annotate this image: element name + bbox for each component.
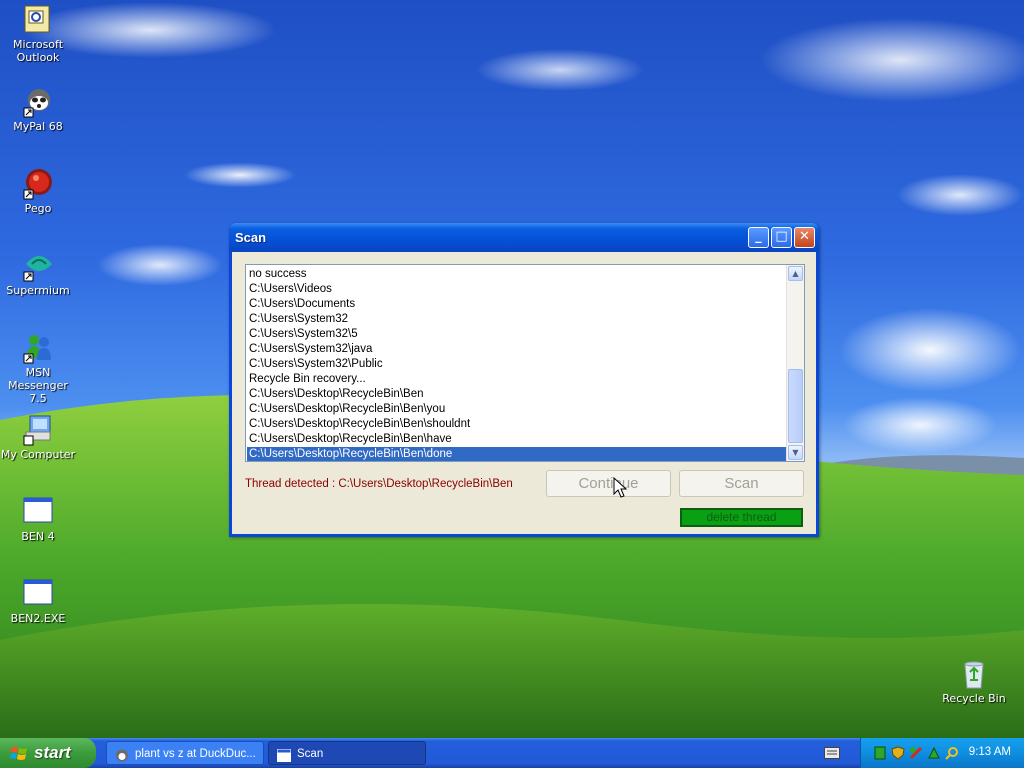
minimize-button[interactable]: _ bbox=[748, 227, 769, 248]
windows-flag-icon bbox=[10, 747, 27, 760]
msn-messenger-icon bbox=[22, 332, 54, 364]
network-icon[interactable] bbox=[873, 746, 887, 760]
list-items: no success C:\Users\Videos C:\Users\Docume… bbox=[247, 267, 787, 461]
chevron-down-icon: ▼ bbox=[792, 448, 799, 457]
close-icon: ✕ bbox=[799, 229, 810, 244]
taskbar: start plant vs z at DuckDuc... Scan 9:13… bbox=[0, 738, 1024, 768]
security-shield-icon[interactable] bbox=[891, 746, 905, 760]
vertical-scrollbar[interactable]: ▲ ▼ bbox=[786, 265, 804, 461]
application-window-icon bbox=[22, 496, 54, 528]
application-window-icon bbox=[277, 747, 291, 762]
system-tray: 9:13 AM bbox=[860, 738, 1024, 768]
list-item[interactable]: C:\Users\Videos bbox=[247, 282, 787, 297]
supermium-icon bbox=[22, 250, 54, 282]
list-item[interactable]: C:\Users\System32 bbox=[247, 312, 787, 327]
delete-thread-button[interactable]: delete thread bbox=[680, 508, 803, 527]
taskbar-item-label: Scan bbox=[297, 748, 324, 760]
taskbar-item-label: plant vs z at DuckDuc... bbox=[135, 748, 256, 760]
close-button[interactable]: ✕ bbox=[794, 227, 815, 248]
desktop-icon-pego[interactable]: Pego bbox=[0, 168, 76, 215]
pego-icon bbox=[22, 168, 54, 200]
scan-results-listbox[interactable]: no success C:\Users\Videos C:\Users\Docume… bbox=[245, 264, 805, 462]
maximize-button[interactable]: □ bbox=[771, 227, 792, 248]
window-title: Scan bbox=[235, 230, 267, 245]
search-icon[interactable] bbox=[945, 746, 959, 760]
list-item[interactable]: C:\Users\Documents bbox=[247, 297, 787, 312]
browser-icon bbox=[115, 747, 129, 762]
scroll-up-button[interactable]: ▲ bbox=[788, 266, 803, 281]
outlook-icon bbox=[22, 4, 54, 36]
application-window-icon bbox=[22, 578, 54, 610]
taskbar-item-scan[interactable]: Scan bbox=[268, 741, 426, 765]
keyboard-icon[interactable] bbox=[824, 747, 840, 759]
list-item[interactable]: C:\Users\Desktop\RecycleBin\Ben bbox=[247, 387, 787, 402]
desktop-icon-supermium[interactable]: Supermium bbox=[0, 250, 76, 297]
mouse-cursor-icon bbox=[613, 477, 627, 498]
desktop-icon-msn-messenger[interactable]: MSN Messenger 7.5 bbox=[0, 332, 76, 405]
scrollbar-thumb[interactable] bbox=[788, 369, 803, 443]
safely-remove-hardware-icon[interactable] bbox=[909, 746, 923, 760]
window-client-area: no success C:\Users\Videos C:\Users\Docume… bbox=[232, 252, 816, 534]
start-button[interactable]: start bbox=[0, 738, 96, 768]
desktop-icon-recycle-bin[interactable]: Recycle Bin bbox=[936, 658, 1012, 705]
continue-button[interactable]: Continue bbox=[546, 470, 671, 497]
list-item[interactable]: C:\Users\System32\Public bbox=[247, 357, 787, 372]
scroll-down-button[interactable]: ▼ bbox=[788, 445, 803, 460]
taskbar-item-browser[interactable]: plant vs z at DuckDuc... bbox=[106, 741, 264, 765]
list-item[interactable]: C:\Users\Desktop\RecycleBin\Ben\shouldnt bbox=[247, 417, 787, 432]
desktop-icon-ben4[interactable]: BEN 4 bbox=[0, 496, 76, 543]
list-item[interactable]: C:\Users\Desktop\RecycleBin\Ben\have bbox=[247, 432, 787, 447]
chevron-up-icon: ▲ bbox=[792, 269, 799, 278]
list-item[interactable]: no success bbox=[247, 267, 787, 282]
recycle-bin-icon bbox=[958, 658, 990, 690]
scan-button[interactable]: Scan bbox=[679, 470, 804, 497]
desktop-icon-outlook[interactable]: Microsoft Outlook bbox=[0, 4, 76, 64]
scan-window: Scan _ □ ✕ no success C:\Users\Videos C:\U… bbox=[229, 223, 819, 537]
thread-status-text: Thread detected : C:\Users\Desktop\Recyc… bbox=[245, 478, 513, 490]
list-item[interactable]: C:\Users\System32\5 bbox=[247, 327, 787, 342]
desktop-icon-my-computer[interactable]: My Computer bbox=[0, 414, 76, 461]
maximize-icon: □ bbox=[775, 229, 788, 244]
window-titlebar[interactable]: Scan _ □ ✕ bbox=[229, 223, 819, 252]
desktop-icon-ben2-exe[interactable]: BEN2.EXE bbox=[0, 578, 76, 625]
clock: 9:13 AM bbox=[968, 746, 1011, 758]
minimize-icon: _ bbox=[755, 229, 762, 244]
list-item-selected[interactable]: C:\Users\Desktop\RecycleBin\Ben\done bbox=[247, 447, 787, 461]
desktop-icon-mypal[interactable]: MyPal 68 bbox=[0, 86, 76, 133]
computer-icon bbox=[22, 414, 54, 446]
raccoon-icon bbox=[22, 86, 54, 118]
list-item[interactable]: Recycle Bin recovery... bbox=[247, 372, 787, 387]
list-item[interactable]: C:\Users\System32\java bbox=[247, 342, 787, 357]
update-icon[interactable] bbox=[927, 746, 941, 760]
list-item[interactable]: C:\Users\Desktop\RecycleBin\Ben\you bbox=[247, 402, 787, 417]
